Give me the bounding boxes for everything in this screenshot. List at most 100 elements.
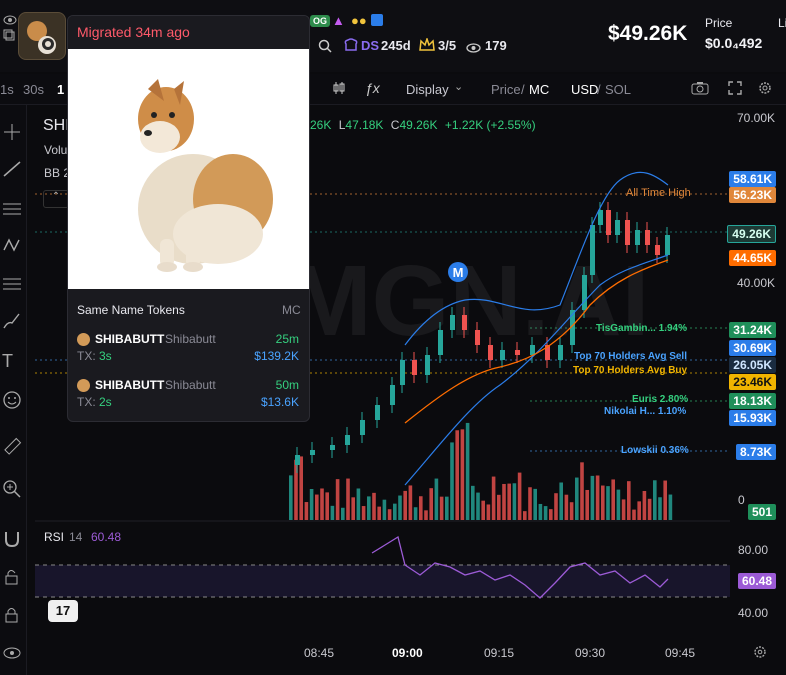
candle-body	[375, 405, 380, 420]
tag-avg-buy: 23.46K	[729, 374, 776, 390]
tag-ath: 56.23K	[729, 187, 776, 203]
volume-bar	[481, 500, 485, 520]
axis-settings-icon[interactable]	[753, 645, 767, 664]
token-name: SHIBABUTT	[95, 332, 165, 346]
volume-bar	[543, 506, 548, 520]
tag-avg-sell: 26.05K	[729, 357, 776, 373]
volume-bar	[320, 488, 324, 520]
volume-bar	[647, 498, 652, 520]
camera-icon[interactable]	[691, 81, 709, 98]
volume-bar	[351, 497, 355, 520]
toggle-separator: /	[597, 82, 601, 97]
interval-1s[interactable]: 1s	[0, 82, 14, 97]
collapse-legend-button[interactable]: ⌃	[43, 190, 69, 208]
volume-bar	[658, 497, 662, 520]
volume-bar	[289, 475, 293, 520]
tradingview-logo[interactable]: 17	[48, 600, 78, 622]
holders-ratio: 3/5	[438, 38, 457, 53]
tag-ema: 44.65K	[729, 250, 776, 266]
volume-bar	[403, 490, 407, 520]
display-menu[interactable]: Display	[406, 82, 449, 97]
mc-toggle[interactable]: MC	[529, 82, 549, 97]
volume-bar	[569, 502, 574, 520]
volume-bar	[653, 480, 657, 520]
tag-euris: 18.13K	[729, 393, 776, 409]
copy-icon[interactable]	[3, 28, 15, 46]
y-tick-40k: 40.00K	[737, 276, 776, 290]
tag-bb-lower: 30.69K	[729, 340, 776, 356]
volume-bar	[549, 509, 553, 520]
token-tx-label: TX:	[77, 349, 96, 363]
price-label: Price	[705, 16, 733, 30]
candle-body	[345, 435, 350, 445]
token-name: SHIBABUTT	[95, 378, 165, 392]
tag-ath-upper: 58.61K	[729, 171, 776, 187]
candle-body	[655, 245, 660, 255]
tag-volume: 501	[747, 504, 776, 520]
rsi-period: 14	[69, 530, 83, 544]
token-age: 25m	[275, 332, 299, 346]
volume-bar	[528, 487, 532, 520]
toggle-separator: /	[521, 82, 525, 97]
volume-bar	[606, 486, 610, 520]
price-value: $0.0₄492	[705, 35, 763, 51]
volume-bar	[642, 490, 647, 520]
volume-bar	[512, 483, 517, 520]
volume-bar	[627, 481, 631, 520]
annotation-lowskii: Lowskii 0.36%	[621, 445, 689, 456]
chevron-down-icon[interactable]: ⌄	[454, 80, 463, 93]
candle-body	[390, 385, 395, 405]
rsi-value-legend: 60.48	[91, 530, 122, 544]
gear-icon[interactable]	[757, 80, 773, 99]
market-cap-price: $49.26K	[608, 22, 688, 45]
candle-body	[645, 230, 650, 245]
og-badge: OG	[310, 15, 331, 27]
volume-bar	[398, 495, 402, 520]
volume-bar	[523, 511, 527, 520]
volume-bar	[471, 485, 475, 520]
candle-body	[615, 220, 620, 235]
fullscreen-icon[interactable]	[728, 81, 742, 98]
usd-toggle[interactable]: USD	[571, 82, 598, 97]
search-icon[interactable]	[318, 39, 332, 58]
price-toggle[interactable]: Price	[491, 82, 521, 97]
migration-marker[interactable]: M	[448, 262, 468, 282]
volume-bar	[309, 488, 314, 520]
token-avatar-icon	[77, 379, 90, 392]
volume-bar	[330, 505, 335, 520]
tag-tisgambin: 31.24K	[729, 322, 776, 338]
migrated-label: Migrated 34m ago	[68, 16, 309, 49]
volume-bar	[387, 509, 392, 520]
token-row[interactable]: SHIBABUTT Shibabutt 25m TX: 3s $139.2K	[77, 332, 299, 368]
same-name-tokens-title: Same Name Tokens	[77, 303, 185, 317]
volume-bar	[377, 506, 381, 520]
volume-bar	[538, 503, 543, 520]
candle-body	[330, 445, 335, 450]
tag-lowskii: 8.73K	[735, 444, 776, 460]
candle-body	[625, 220, 630, 245]
sol-toggle[interactable]: SOL	[605, 82, 631, 97]
fire-icon: ▲	[332, 13, 345, 28]
volume-label: Volu	[44, 143, 68, 157]
verified-icon	[371, 14, 383, 26]
interval-30s[interactable]: 30s	[23, 82, 44, 97]
volume-bar	[393, 503, 397, 520]
token-row[interactable]: SHIBABUTT Shibabutt 50m TX: 2s $13.6K	[77, 378, 299, 414]
x-tick-0900: 09:00	[392, 646, 423, 660]
volume-bar	[663, 480, 667, 520]
rsi-band	[35, 565, 730, 597]
rsi-label: RSI	[44, 530, 65, 544]
candle-type-icon[interactable]	[331, 80, 347, 99]
volume-bar	[590, 475, 595, 520]
volume-bar	[611, 479, 615, 520]
shiba-dog-icon	[138, 79, 273, 272]
token-avatar[interactable]	[18, 12, 66, 60]
volume-bar	[429, 488, 433, 520]
interval-1[interactable]: 1	[57, 82, 64, 97]
marker-label: M	[453, 265, 464, 280]
candle-body	[360, 420, 365, 435]
volume-bar	[517, 472, 522, 520]
indicators-icon[interactable]: ƒx	[365, 80, 380, 96]
volume-bar	[424, 510, 428, 520]
crown-icon	[419, 36, 435, 57]
